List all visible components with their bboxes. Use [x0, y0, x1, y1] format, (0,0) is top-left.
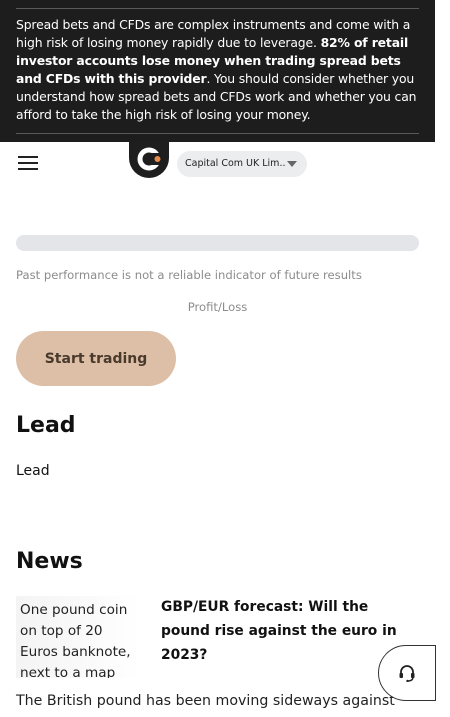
lead-section-title: Lead: [16, 413, 76, 438]
risk-warning-banner: Spread bets and CFDs are complex instrum…: [0, 0, 435, 142]
menu-icon-line: [18, 156, 38, 158]
hamburger-menu-icon[interactable]: [18, 156, 38, 170]
headset-icon: [399, 665, 415, 682]
news-section-title: News: [16, 549, 83, 574]
risk-warning-text: Spread bets and CFDs are complex instrum…: [16, 16, 420, 124]
support-chat-button[interactable]: [378, 645, 436, 701]
news-item-image[interactable]: One pound coin on top of 20 Euros bankno…: [16, 596, 140, 678]
news-item-excerpt: The British pound has been moving sidewa…: [16, 693, 395, 709]
past-performance-disclaimer: Past performance is not a reliable indic…: [16, 268, 362, 282]
banner-divider-bottom: [16, 133, 419, 134]
menu-icon-line: [18, 168, 38, 170]
entity-select[interactable]: Capital Com UK Lim...: [177, 151, 307, 177]
chevron-down-icon: [287, 161, 297, 167]
entity-select-value: Capital Com UK Lim...: [185, 158, 285, 169]
loading-placeholder-bar: [16, 235, 419, 251]
news-image-alt-text: One pound coin on top of 20 Euros bankno…: [20, 602, 131, 678]
profit-loss-label: Profit/Loss: [187, 300, 248, 314]
menu-icon-line: [18, 162, 38, 164]
lead-text: Lead: [16, 463, 50, 479]
banner-divider-top: [16, 8, 419, 9]
capital-com-logo[interactable]: [129, 142, 169, 178]
start-trading-button[interactable]: Start trading: [16, 331, 176, 386]
